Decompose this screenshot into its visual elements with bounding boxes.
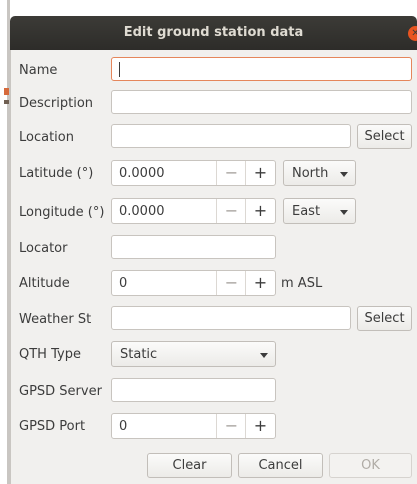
weather-station-input[interactable] xyxy=(111,306,351,330)
longitude-decrement-button[interactable]: − xyxy=(216,199,246,223)
chevron-down-icon xyxy=(340,172,348,177)
text-cursor xyxy=(119,62,120,77)
desktop-fragment xyxy=(4,88,9,95)
altitude-unit: m ASL xyxy=(281,276,323,291)
latitude-decrement-button[interactable]: − xyxy=(216,161,246,185)
qth-type-dropdown[interactable]: Static xyxy=(111,341,276,367)
latitude-direction-dropdown[interactable]: North xyxy=(283,160,356,186)
longitude-value: 0.0000 xyxy=(119,204,165,219)
altitude-decrement-button[interactable]: − xyxy=(216,271,246,295)
desktop-background xyxy=(0,0,10,484)
description-label: Description xyxy=(19,96,94,111)
clear-button[interactable]: Clear xyxy=(147,453,232,478)
longitude-increment-button[interactable]: + xyxy=(245,199,275,223)
longitude-label: Longitude (°) xyxy=(19,205,105,220)
altitude-value: 0 xyxy=(119,276,128,291)
gpsd-port-increment-button[interactable]: + xyxy=(245,414,275,438)
location-input[interactable] xyxy=(111,124,351,148)
window-titlebar[interactable]: Edit ground station data ✕ xyxy=(10,16,417,50)
longitude-direction-dropdown[interactable]: East xyxy=(283,198,356,224)
chevron-down-icon xyxy=(260,353,268,358)
altitude-spinbox[interactable]: 0 − + xyxy=(111,270,276,296)
locator-label: Locator xyxy=(19,241,68,256)
latitude-direction-value: North xyxy=(292,166,329,181)
latitude-label: Latitude (°) xyxy=(19,166,94,181)
chevron-down-icon xyxy=(340,210,348,215)
gpsd-server-label: GPSD Server xyxy=(19,384,102,399)
desktop-fragment xyxy=(4,100,9,104)
close-icon[interactable]: ✕ xyxy=(408,26,417,41)
altitude-label: Altitude xyxy=(19,276,70,291)
name-label: Name xyxy=(19,63,58,78)
longitude-direction-value: East xyxy=(292,204,321,219)
weather-station-select-button[interactable]: Select xyxy=(357,306,412,331)
description-input[interactable] xyxy=(111,90,412,114)
altitude-increment-button[interactable]: + xyxy=(245,271,275,295)
latitude-increment-button[interactable]: + xyxy=(245,161,275,185)
gpsd-port-label: GPSD Port xyxy=(19,419,86,434)
location-select-button[interactable]: Select xyxy=(357,124,412,149)
weather-station-label: Weather St xyxy=(19,312,92,327)
qth-type-value: Static xyxy=(120,347,158,362)
window-title: Edit ground station data xyxy=(123,25,304,40)
gpsd-port-value: 0 xyxy=(119,419,128,434)
name-input[interactable] xyxy=(111,57,412,81)
location-label: Location xyxy=(19,130,74,145)
gpsd-server-input[interactable] xyxy=(111,378,276,402)
qth-type-label: QTH Type xyxy=(19,347,81,362)
cancel-button[interactable]: Cancel xyxy=(238,453,323,478)
gpsd-port-spinbox[interactable]: 0 − + xyxy=(111,413,276,439)
ok-button[interactable]: OK xyxy=(329,453,412,478)
longitude-spinbox[interactable]: 0.0000 − + xyxy=(111,198,276,224)
latitude-spinbox[interactable]: 0.0000 − + xyxy=(111,160,276,186)
locator-input[interactable] xyxy=(111,235,276,259)
gpsd-port-decrement-button[interactable]: − xyxy=(216,414,246,438)
latitude-value: 0.0000 xyxy=(119,166,165,181)
